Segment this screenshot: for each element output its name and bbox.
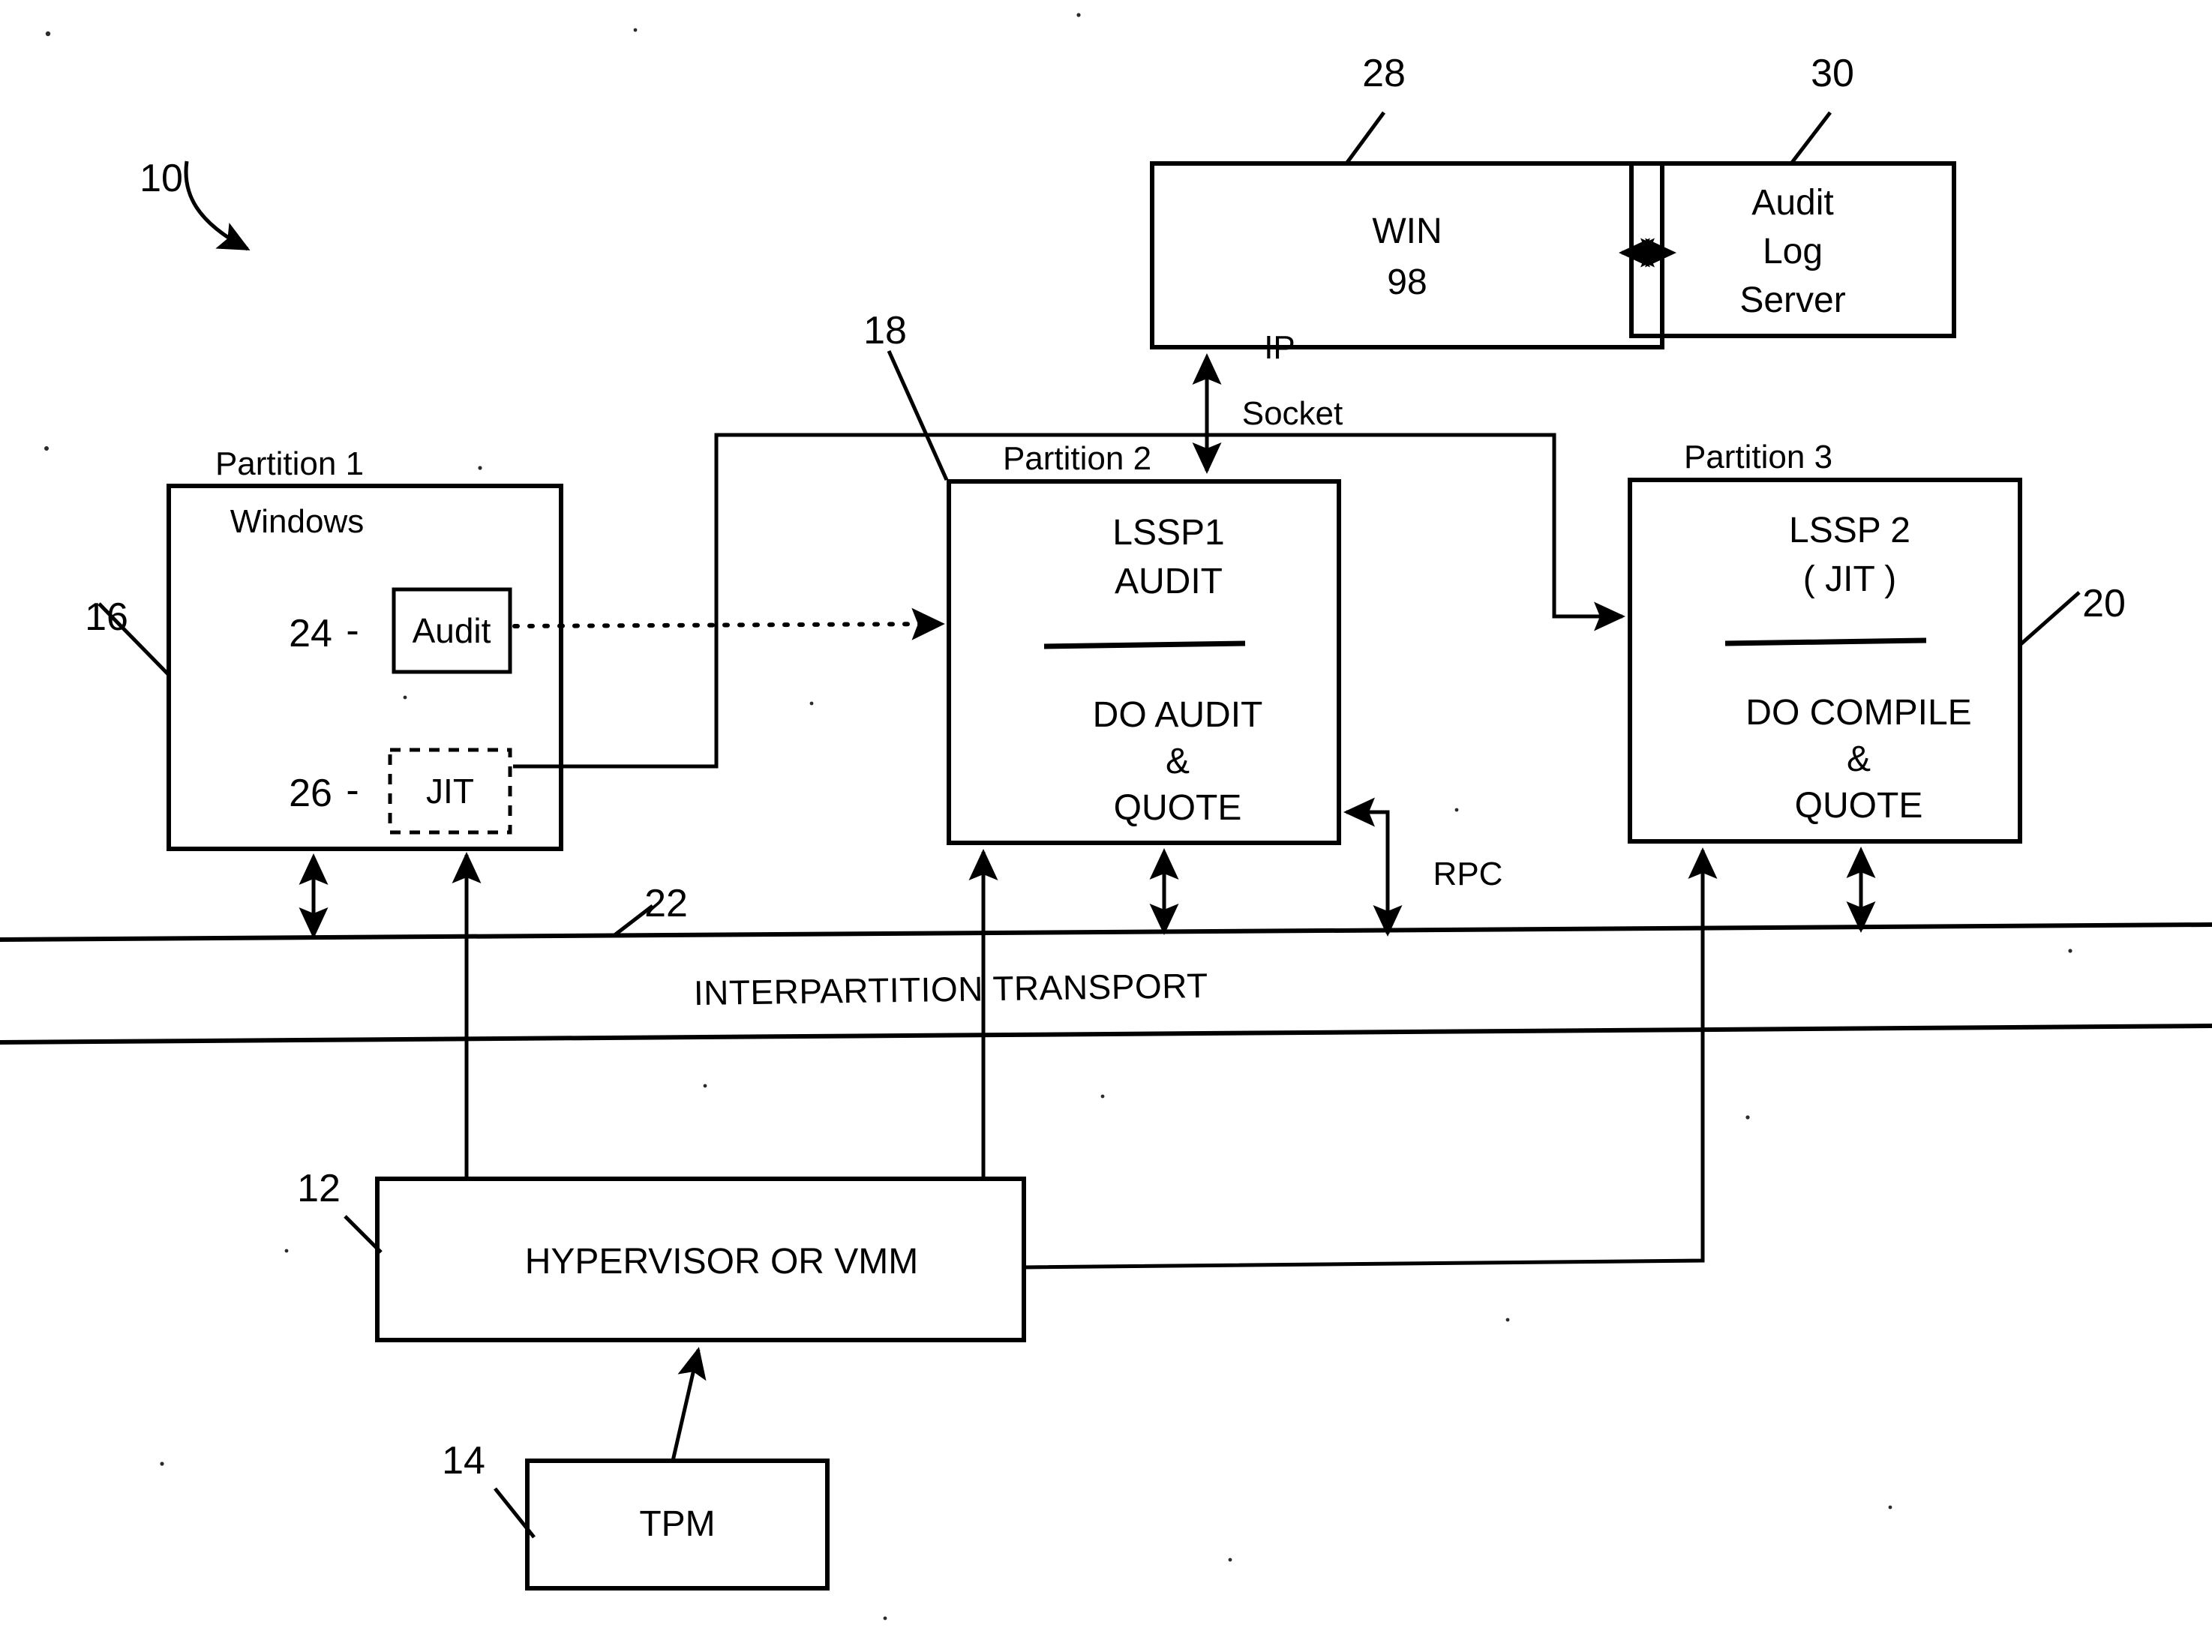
ip-socket-label-line1: IP xyxy=(1264,329,1295,366)
partition3-body-line1: DO COMPILE xyxy=(1745,693,1971,733)
win98-ref-28: 28 xyxy=(1362,52,1406,95)
audit-log-server-label-line1: Audit xyxy=(1751,183,1833,223)
partition2-title-line2: AUDIT xyxy=(1115,562,1223,601)
figure-ref-arrow xyxy=(184,160,251,251)
win98-leader xyxy=(1344,111,1386,165)
partition3-caption: Partition 3 xyxy=(1684,439,1832,475)
audit-module-label: Audit xyxy=(413,611,491,650)
transport-label: INTERPARTITION TRANSPORT xyxy=(693,966,1208,1012)
partition2-body-line3: QUOTE xyxy=(1114,788,1242,828)
audit-log-server-label-line2: Log xyxy=(1763,232,1823,271)
partition2-leader xyxy=(887,349,949,481)
jit-module-ref-26: 26 xyxy=(289,772,332,815)
audit-to-lssp1-dotted-link xyxy=(512,607,945,640)
audit-log-server-ref-30: 30 xyxy=(1811,52,1854,95)
partition2-body-line2: & xyxy=(1166,742,1190,781)
jit-to-lssp2-link xyxy=(513,433,1626,769)
hypervisor-label: HYPERVISOR OR VMM xyxy=(525,1242,919,1282)
partition3-body-line3: QUOTE xyxy=(1795,786,1923,826)
partition2-body-line1: DO AUDIT xyxy=(1093,695,1263,735)
transport-ref-22: 22 xyxy=(644,882,688,925)
partition3-leader xyxy=(2018,591,2081,646)
win98-label-line2: 98 xyxy=(1387,262,1427,302)
transport-band-top-line xyxy=(0,922,2212,942)
hypervisor-to-partition3-link xyxy=(1023,847,1718,1270)
partition3-body-line2: & xyxy=(1847,739,1871,779)
partition2-caption: Partition 2 xyxy=(1003,440,1151,477)
tpm-label: TPM xyxy=(639,1504,715,1544)
rpc-link-into-lssp1 xyxy=(1343,797,1390,934)
partition1-ref-16: 16 xyxy=(85,595,128,639)
transport-band-bottom-line xyxy=(0,1024,2212,1045)
partition3-divider xyxy=(1724,637,1927,646)
patent-figure: 10 WIN 98 28 Audit Log Server 30 IP Sock… xyxy=(0,0,2212,1652)
partition1-box-outline xyxy=(167,484,563,851)
partition1-os-label: Windows xyxy=(230,503,365,540)
partition3-title-line1: LSSP 2 xyxy=(1789,511,1910,550)
hypervisor-ref-12: 12 xyxy=(297,1167,341,1210)
jit-module-label: JIT xyxy=(426,772,474,811)
rpc-label: RPC xyxy=(1433,856,1503,892)
ip-socket-label-line2: Socket xyxy=(1242,395,1343,432)
audit-log-server-label-line3: Server xyxy=(1739,280,1845,320)
win98-box-outline xyxy=(1150,161,1664,349)
tpm-to-hypervisor-link xyxy=(671,1347,707,1462)
partition2-ref-18: 18 xyxy=(863,309,907,352)
figure-canvas: 10 WIN 98 28 Audit Log Server 30 IP Sock… xyxy=(0,13,2212,1621)
audit-module-ref-24: 24 xyxy=(289,612,332,655)
partition2-title-line1: LSSP1 xyxy=(1112,513,1224,553)
partition3-title-line2: ( JIT ) xyxy=(1803,559,1896,599)
audit-module-ref-dash: - xyxy=(346,609,359,652)
partition2-divider xyxy=(1043,640,1246,649)
partition1-caption: Partition 1 xyxy=(215,445,364,482)
jit-module-ref-dash: - xyxy=(346,769,359,812)
figure-ref-10: 10 xyxy=(140,157,183,200)
tpm-ref-14: 14 xyxy=(442,1439,485,1483)
audit-log-server-leader xyxy=(1790,111,1832,165)
partition3-ref-20: 20 xyxy=(2082,582,2126,625)
win98-label-line1: WIN xyxy=(1372,211,1442,251)
